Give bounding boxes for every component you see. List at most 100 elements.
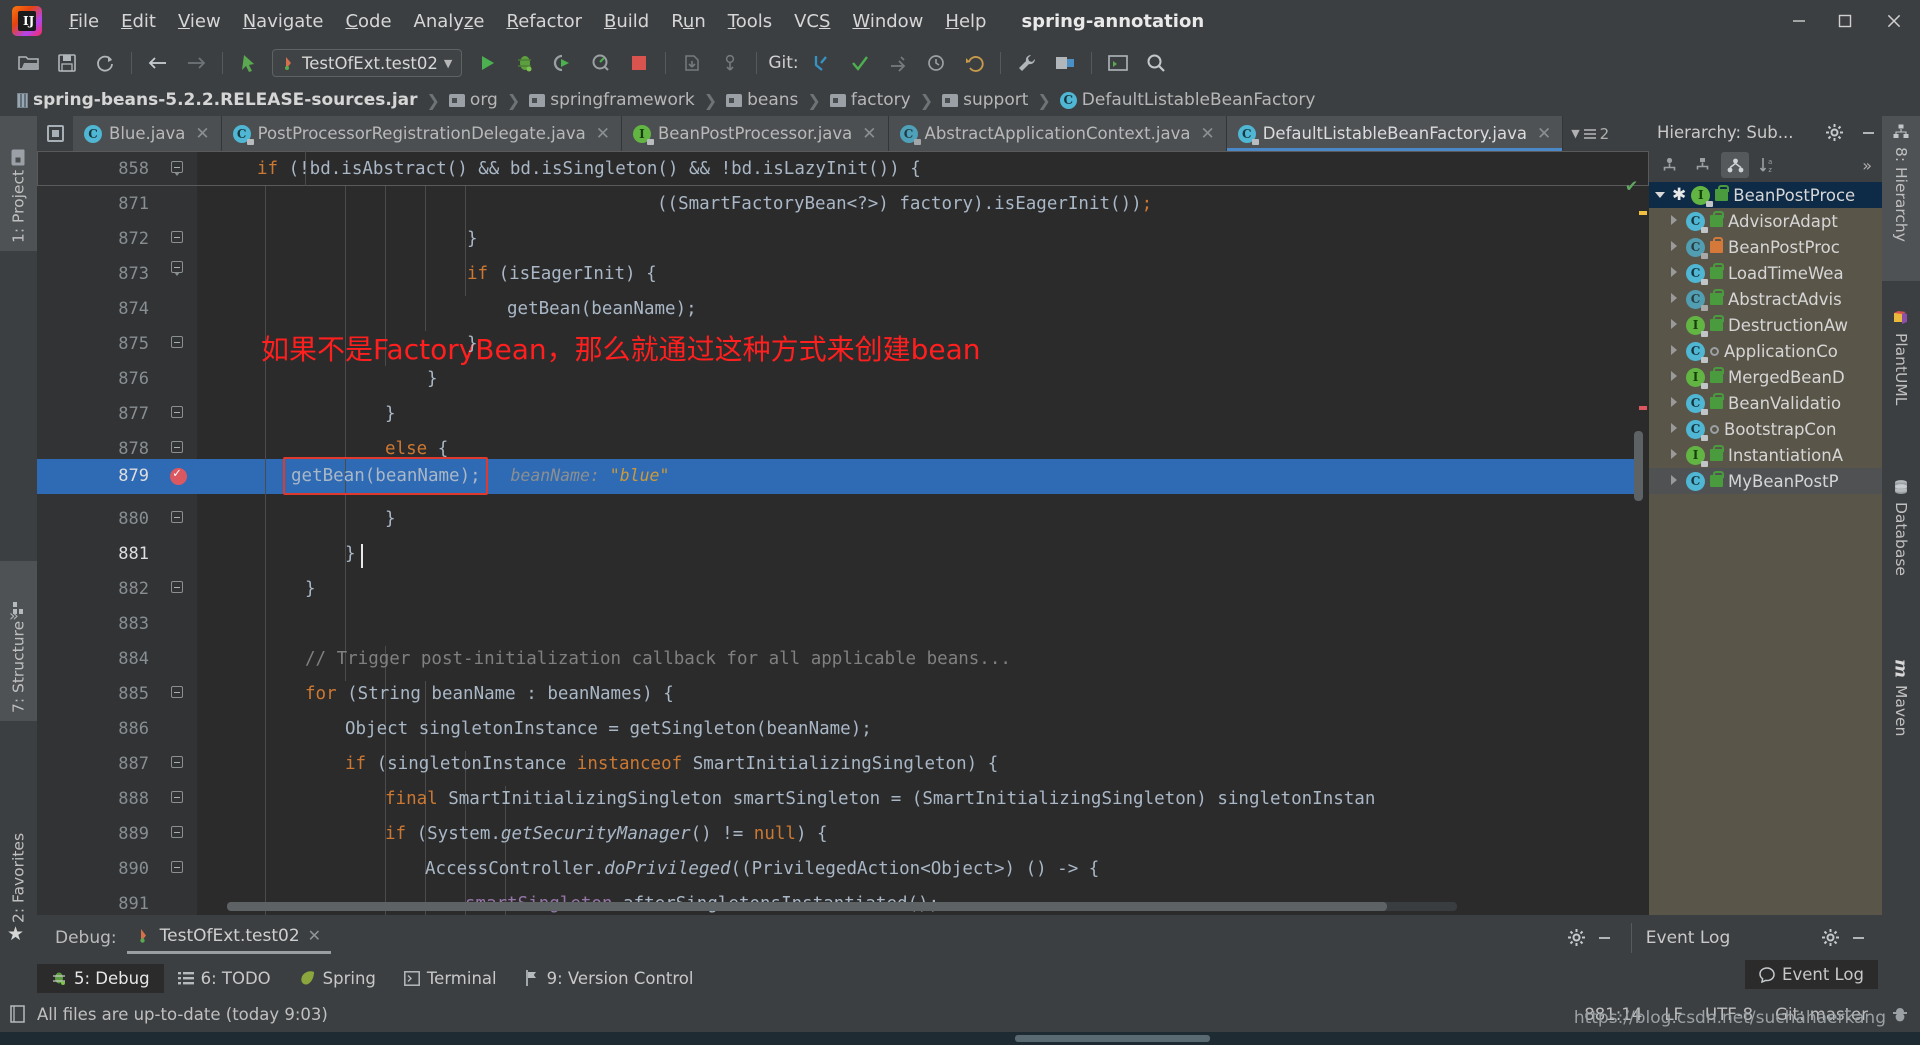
code-line[interactable]: if (singletonInstance instanceof SmartIn…: [345, 754, 998, 774]
close-icon[interactable]: ✕: [862, 124, 876, 144]
chevron-right-icon[interactable]: [1669, 215, 1681, 227]
subtypes-hierarchy-icon[interactable]: [1721, 152, 1749, 178]
tab-overflow-button[interactable]: ▼ 2: [1563, 116, 1617, 151]
code-line[interactable]: if (isEagerInit) {: [467, 264, 657, 284]
stop-icon[interactable]: [622, 48, 656, 78]
code-line[interactable]: }: [467, 229, 478, 249]
minimize-icon[interactable]: [1591, 924, 1619, 952]
sidebar-item-structure[interactable]: 7: Structure: [0, 561, 37, 721]
chevron-right-icon[interactable]: [1669, 345, 1681, 357]
editor-horizontal-scrollbar[interactable]: [227, 902, 1457, 911]
sort-alphabetically-icon[interactable]: az: [1754, 152, 1782, 178]
sidebar-item-database[interactable]: Database: [1882, 471, 1920, 631]
close-icon[interactable]: ✕: [596, 124, 610, 144]
chevron-right-icon[interactable]: [1669, 319, 1681, 331]
code-line[interactable]: AccessController.doPrivileged((Privilege…: [425, 859, 1099, 879]
close-icon[interactable]: ✕: [1537, 124, 1551, 144]
debug-session-tab[interactable]: TestOfExt.test02 ✕: [127, 922, 331, 954]
breadcrumb-item-support[interactable]: support: [937, 90, 1033, 110]
history-icon[interactable]: [919, 48, 953, 78]
debug-icon[interactable]: [508, 48, 542, 78]
revert-icon[interactable]: [957, 48, 991, 78]
menu-help[interactable]: Help: [934, 7, 997, 36]
chevron-right-icon[interactable]: [1669, 475, 1681, 487]
code-line[interactable]: else {: [385, 439, 448, 459]
menu-tools[interactable]: Tools: [717, 7, 783, 36]
hierarchy-row[interactable]: C BeanPostProc: [1649, 234, 1882, 260]
toolwindow-button-todo[interactable]: 6: TODO: [164, 964, 285, 993]
menu-window[interactable]: Window: [841, 7, 934, 36]
editor-vertical-scrollbar[interactable]: [1634, 431, 1643, 501]
code-line[interactable]: ((SmartFactoryBean<?>) factory).isEagerI…: [657, 194, 1152, 214]
hierarchy-row[interactable]: C ApplicationCo: [1649, 338, 1882, 364]
chevron-down-icon[interactable]: [1655, 189, 1667, 201]
sidebar-item-maven[interactable]: m Maven: [1882, 651, 1920, 781]
taskbar-item[interactable]: [1015, 1035, 1210, 1042]
run-coverage-icon[interactable]: [546, 48, 580, 78]
code-line[interactable]: getBean(beanName);: [507, 299, 697, 319]
chevron-right-icon[interactable]: [1669, 449, 1681, 461]
type-hierarchy-icon[interactable]: [1655, 152, 1683, 178]
menu-build[interactable]: Build: [593, 7, 660, 36]
menu-refactor[interactable]: Refactor: [495, 7, 593, 36]
code-line[interactable]: // Trigger post-initialization callback …: [305, 649, 1011, 669]
search-everywhere-icon[interactable]: [1139, 48, 1173, 78]
close-icon[interactable]: ✕: [1200, 124, 1214, 144]
hierarchy-tree[interactable]: ✱ I BeanPostProce C AdvisorAdapt C BeanP…: [1649, 182, 1882, 915]
toolwindow-button-terminal[interactable]: Terminal: [390, 964, 511, 993]
close-button[interactable]: [1868, 0, 1920, 42]
menu-navigate[interactable]: Navigate: [232, 7, 335, 36]
close-icon[interactable]: ✕: [308, 926, 321, 945]
chevron-right-icon[interactable]: [1669, 267, 1681, 279]
breadcrumb-item-factory[interactable]: factory: [825, 90, 916, 110]
git-commit-check-icon[interactable]: [843, 48, 877, 78]
breakpoint-icon[interactable]: [170, 466, 187, 485]
inspection-profile-icon[interactable]: [1890, 1005, 1910, 1023]
breadcrumb-item-jar[interactable]: spring-beans-5.2.2.RELEASE-sources.jar: [12, 90, 423, 110]
chevron-right-icon[interactable]: [1669, 397, 1681, 409]
minimize-icon[interactable]: [1844, 924, 1872, 952]
editor-tab-abstractapplicationcontext[interactable]: C AbstractApplicationContext.java ✕: [888, 116, 1227, 151]
code-line[interactable]: }: [385, 509, 396, 529]
settings-wrench-icon[interactable]: [1010, 48, 1044, 78]
menu-code[interactable]: Code: [334, 7, 402, 36]
hierarchy-row[interactable]: I DestructionAw: [1649, 312, 1882, 338]
sidebar-item-plantuml[interactable]: PlantUML: [1882, 301, 1920, 451]
chevron-expand-icon[interactable]: »: [9, 606, 19, 625]
back-icon[interactable]: [141, 48, 175, 78]
menu-file[interactable]: File: [58, 7, 110, 36]
terminal-icon[interactable]: [1101, 48, 1135, 78]
toolwindow-button-debug[interactable]: 5: Debug: [37, 963, 164, 993]
plugins-icon[interactable]: [1048, 48, 1082, 78]
run-icon[interactable]: [470, 48, 504, 78]
gear-icon[interactable]: [1816, 924, 1844, 952]
code-line[interactable]: if (!bd.isAbstract() && bd.isSingleton()…: [257, 159, 921, 179]
tabs-list-icon[interactable]: [37, 116, 73, 151]
hierarchy-row[interactable]: I MergedBeanD: [1649, 364, 1882, 390]
hierarchy-row[interactable]: C BeanValidatio: [1649, 390, 1882, 416]
menu-run[interactable]: Run: [660, 7, 717, 36]
editor-tab-postprocessorregistrationdelegate[interactable]: C PostProcessorRegistrationDelegate.java…: [221, 116, 622, 151]
minimize-button[interactable]: [1776, 0, 1822, 42]
code-line[interactable]: }: [345, 544, 356, 564]
breadcrumb-item-org[interactable]: org: [444, 90, 503, 110]
code-line[interactable]: Object singletonInstance = getSingleton(…: [345, 719, 872, 739]
code-line[interactable]: }: [385, 404, 396, 424]
chevron-right-icon[interactable]: [1669, 371, 1681, 383]
close-icon[interactable]: ✕: [195, 124, 209, 144]
minimize-icon[interactable]: [1854, 118, 1882, 146]
run-configuration-selector[interactable]: TestOfExt.test02 ▼: [272, 49, 463, 77]
error-stripe-mark[interactable]: [1639, 211, 1647, 215]
chevron-right-icon[interactable]: [1669, 423, 1681, 435]
editor-tab-defaultlistablebeanfactory[interactable]: C DefaultListableBeanFactory.java ✕: [1226, 116, 1564, 151]
breadcrumb-item-springframework[interactable]: springframework: [524, 90, 699, 110]
code-line[interactable]: for (String beanName : beanNames) {: [305, 684, 674, 704]
editor-tab-beanpostprocessor[interactable]: I BeanPostProcessor.java ✕: [621, 116, 889, 151]
gear-icon[interactable]: [1563, 924, 1591, 952]
sidebar-item-project[interactable]: 1: Project: [0, 116, 37, 251]
chevron-right-icon[interactable]: [1669, 293, 1681, 305]
save-all-icon[interactable]: [50, 48, 84, 78]
code-line[interactable]: if (System.getSecurityManager() != null)…: [385, 824, 828, 844]
hierarchy-row[interactable]: C LoadTimeWea: [1649, 260, 1882, 286]
supertypes-hierarchy-icon[interactable]: [1688, 152, 1716, 178]
